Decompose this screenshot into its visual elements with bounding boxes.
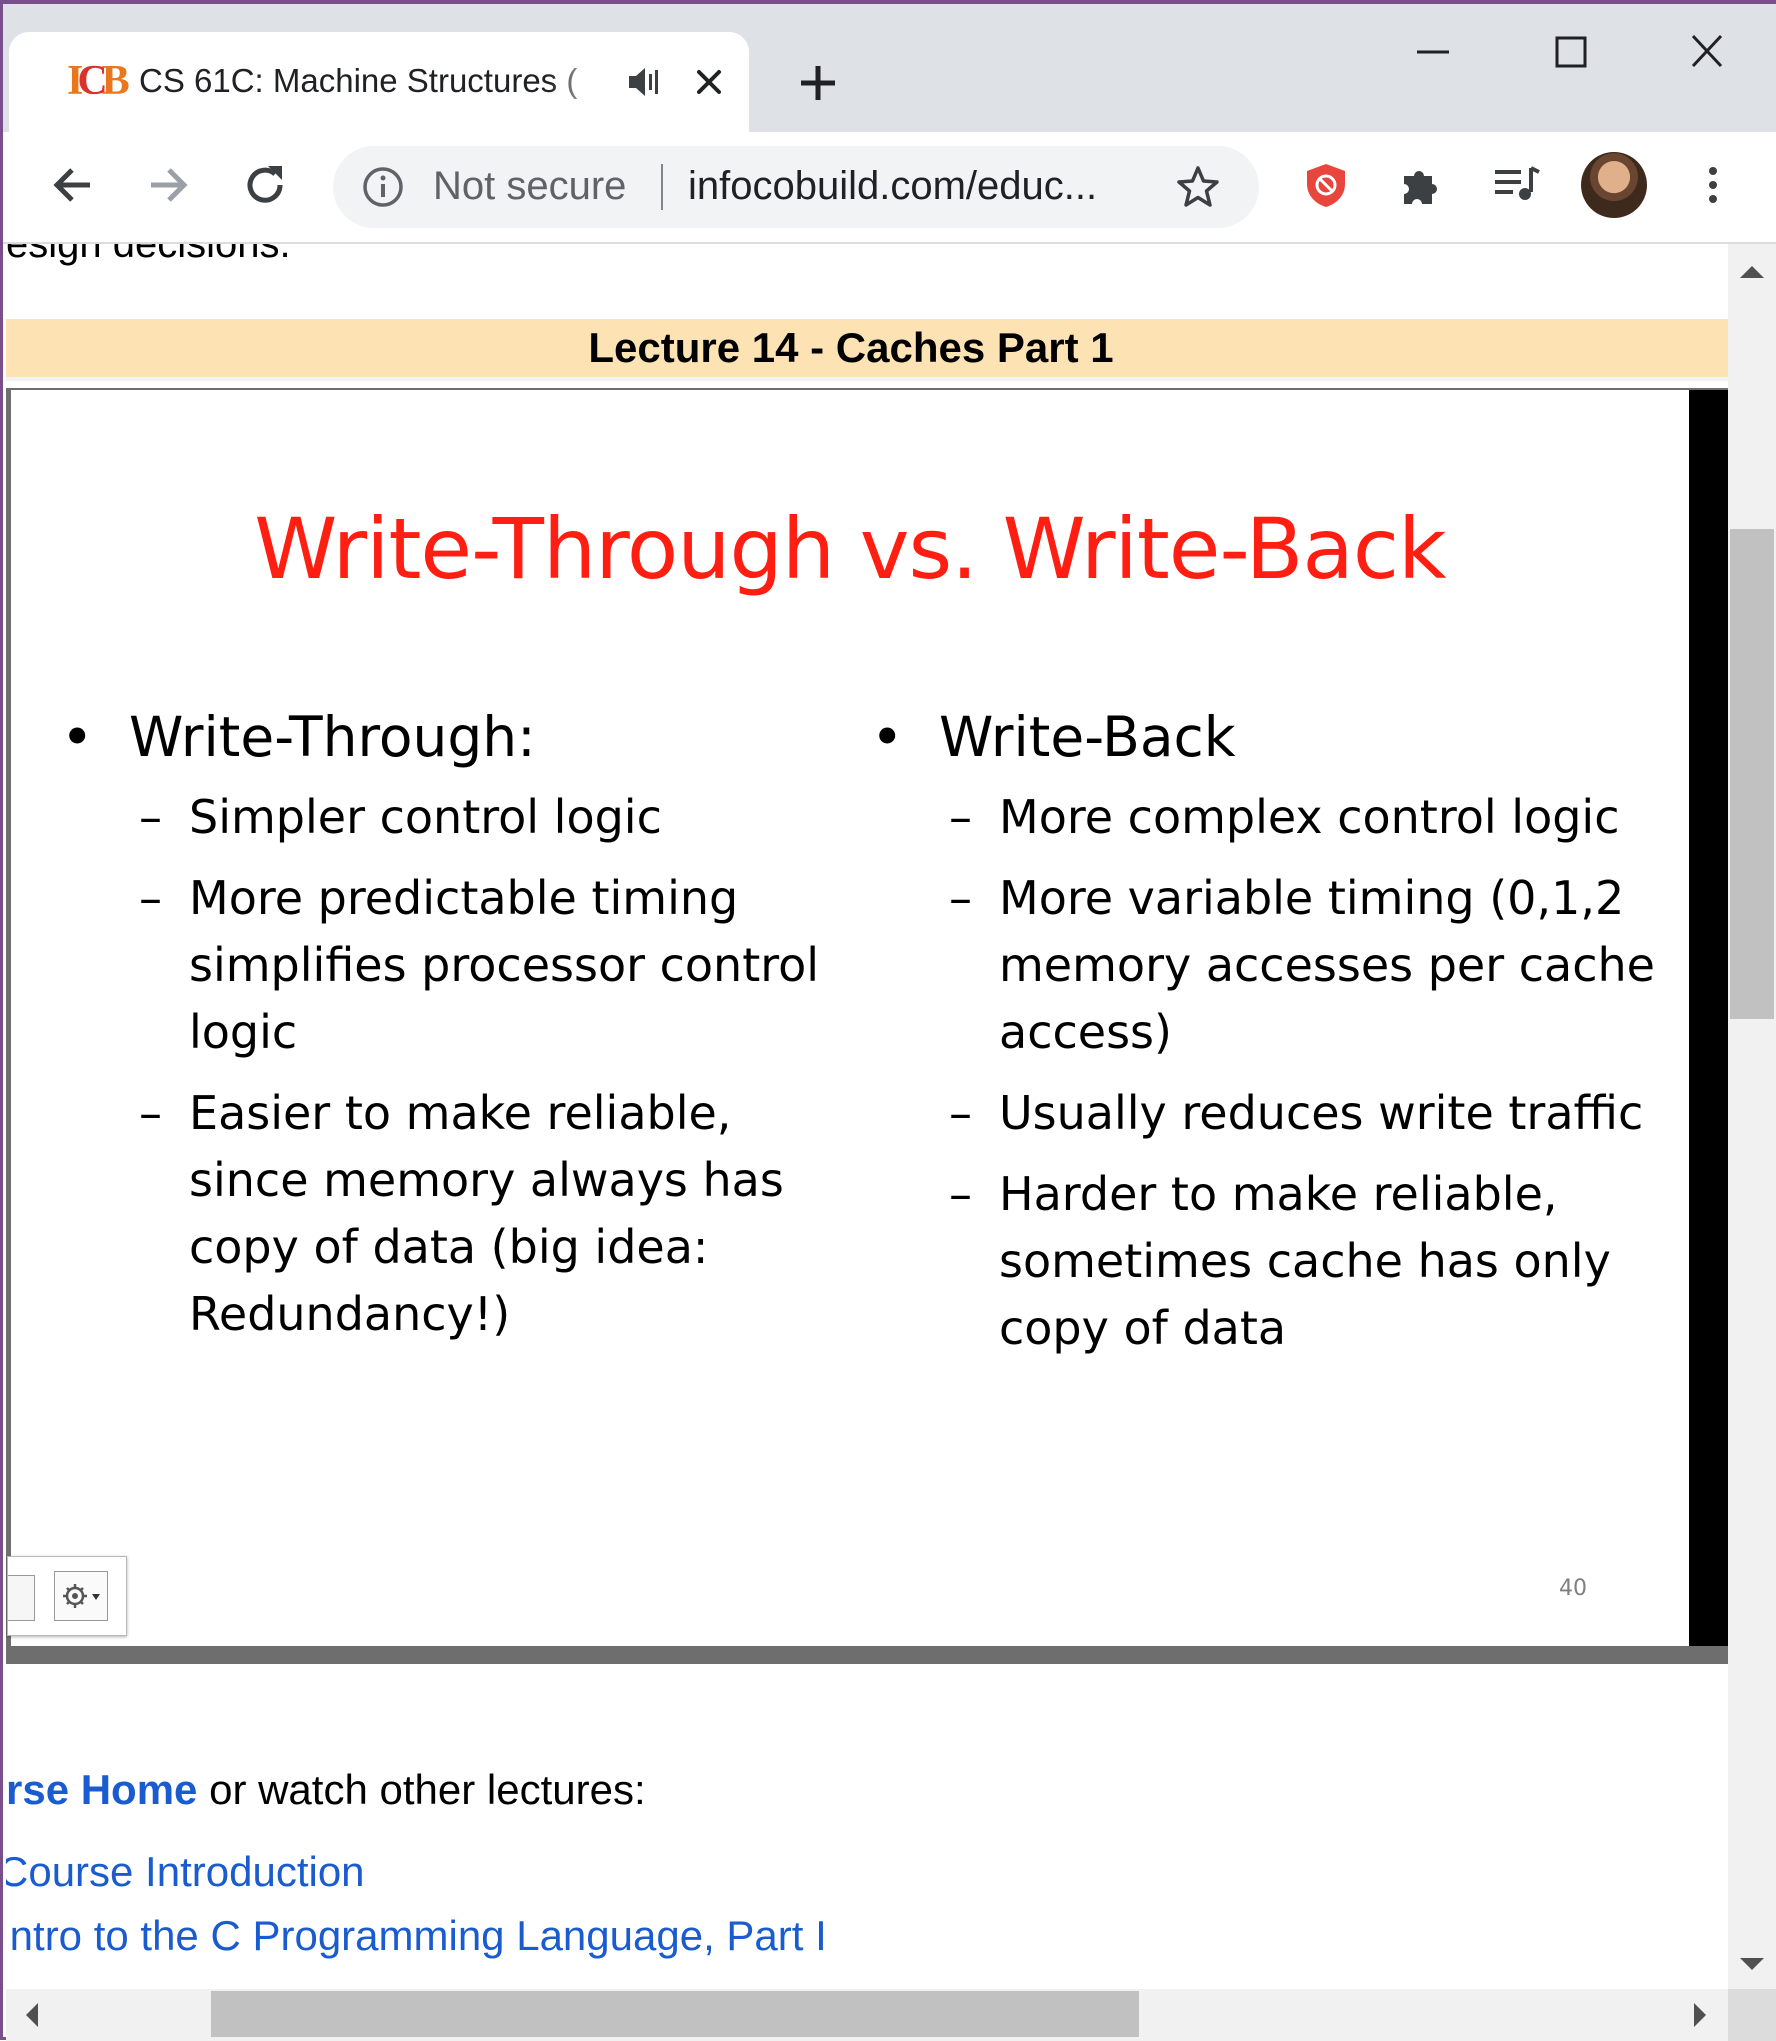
list-item: – Harder to make reliable, sometimes cach… xyxy=(949,1167,1611,1355)
scroll-up-arrow-icon[interactable] xyxy=(1740,266,1764,278)
audio-icon[interactable] xyxy=(625,62,661,102)
course-home-link[interactable]: rse Home xyxy=(6,1766,197,1813)
list-item-text: More variable timing (0,1,2 memory acces… xyxy=(999,871,1655,1059)
star-icon[interactable] xyxy=(1175,164,1221,210)
write-through-column: • Write-Through: – Simpler control logic –… xyxy=(51,704,851,1362)
list-item: – More complex control logic xyxy=(949,790,1620,844)
info-icon[interactable] xyxy=(361,165,405,209)
vertical-scroll-thumb[interactable] xyxy=(1730,529,1774,1019)
list-item: – Usually reduces write traffic xyxy=(949,1086,1644,1140)
bullet-heading: • Write-Through: xyxy=(61,705,536,769)
lecture-link[interactable]: Course Introduction xyxy=(6,1848,365,1896)
tab-title-fade xyxy=(549,56,609,106)
list-item: – Easier to make reliable, since memory a… xyxy=(139,1086,784,1341)
intro-text: esign decisions. xyxy=(6,244,291,266)
vertical-scrollbar[interactable] xyxy=(1728,244,1776,1989)
window-close-icon[interactable] xyxy=(1677,28,1737,76)
list-item-text: More complex control logic xyxy=(999,790,1620,844)
volume-button[interactable] xyxy=(8,1575,35,1621)
page-viewport: esign decisions. Lecture 14 - Caches Par… xyxy=(6,244,1728,1989)
lecture-title-band: Lecture 14 - Caches Part 1 xyxy=(6,319,1728,381)
write-through-heading: Write-Through: xyxy=(129,705,536,769)
minimize-icon[interactable] xyxy=(1403,28,1463,76)
list-item: – More predictable timing simplifies proc… xyxy=(139,871,820,1059)
close-icon[interactable] xyxy=(689,62,729,102)
horizontal-scrollbar[interactable] xyxy=(6,1989,1728,2041)
forward-arrow-icon[interactable] xyxy=(143,160,193,210)
list-item: – More variable timing (0,1,2 memory acce… xyxy=(949,871,1655,1059)
list-item-text: Easier to make reliable, since memory al… xyxy=(189,1086,784,1341)
url-text[interactable]: infocobuild.com/educ... xyxy=(688,164,1097,209)
slide: Write-Through vs. Write-Back • Write-Thro… xyxy=(7,390,1689,1646)
scrollbar-corner xyxy=(1728,1989,1776,2041)
player-side-panel xyxy=(1689,390,1728,1646)
maximize-icon[interactable] xyxy=(1541,28,1601,76)
address-bar[interactable]: Not secure infocobuild.com/educ... xyxy=(333,146,1259,228)
player-controls xyxy=(7,1556,127,1636)
slide-number: 40 xyxy=(1559,1576,1587,1601)
scroll-down-arrow-icon[interactable] xyxy=(1740,1958,1764,1970)
plus-icon[interactable] xyxy=(793,58,843,108)
site-favicon-icon: ICB xyxy=(67,58,130,104)
security-label[interactable]: Not secure xyxy=(433,164,626,209)
window-frame: ICB CS 61C: Machine Structures (Not sec… xyxy=(0,0,1776,2041)
list-item-text: More predictable timing simplifies proce… xyxy=(189,871,820,1059)
gear-icon[interactable] xyxy=(54,1571,108,1621)
shield-extension-icon[interactable] xyxy=(1301,160,1351,210)
scroll-right-arrow-icon[interactable] xyxy=(1694,2003,1706,2027)
video-player[interactable]: Write-Through vs. Write-Back • Write-Thro… xyxy=(6,388,1728,1664)
list-item-text: Usually reduces write traffic xyxy=(999,1086,1644,1140)
scroll-left-arrow-icon[interactable] xyxy=(26,2003,38,2027)
browser-toolbar: Not secure infocobuild.com/educ... xyxy=(3,132,1776,244)
kebab-menu-icon[interactable] xyxy=(1688,160,1738,210)
avatar[interactable] xyxy=(1581,152,1647,218)
omnibox-divider xyxy=(661,164,663,210)
lecture-link[interactable]: Intro to the C Programming Language, Par… xyxy=(6,1912,827,1960)
slide-title: Write-Through vs. Write-Back xyxy=(254,500,1446,598)
tab-strip: ICB CS 61C: Machine Structures ( xyxy=(3,4,1776,132)
list-item-text: Simpler control logic xyxy=(189,790,662,844)
nav-text: rse Home or watch other lectures: xyxy=(6,1766,646,1814)
horizontal-scroll-thumb[interactable] xyxy=(211,1991,1139,2037)
browser-tab[interactable]: ICB CS 61C: Machine Structures ( xyxy=(9,32,749,132)
back-arrow-icon[interactable] xyxy=(48,160,98,210)
media-queue-icon[interactable] xyxy=(1491,160,1541,210)
lecture-title: Lecture 14 - Caches Part 1 xyxy=(588,324,1114,371)
puzzle-icon[interactable] xyxy=(1396,160,1446,210)
write-back-heading: Write-Back xyxy=(939,705,1236,769)
bullet-heading: • Write-Back xyxy=(871,705,1236,769)
list-item: – Simpler control logic xyxy=(139,790,662,844)
list-item-text: Harder to make reliable, sometimes cache… xyxy=(999,1167,1611,1355)
tab-title: CS 61C: Machine Structures ( xyxy=(139,62,578,99)
reload-icon[interactable] xyxy=(240,160,290,210)
nav-suffix: or watch other lectures: xyxy=(197,1766,646,1813)
write-back-column: • Write-Back – More complex control logic … xyxy=(861,704,1661,1376)
